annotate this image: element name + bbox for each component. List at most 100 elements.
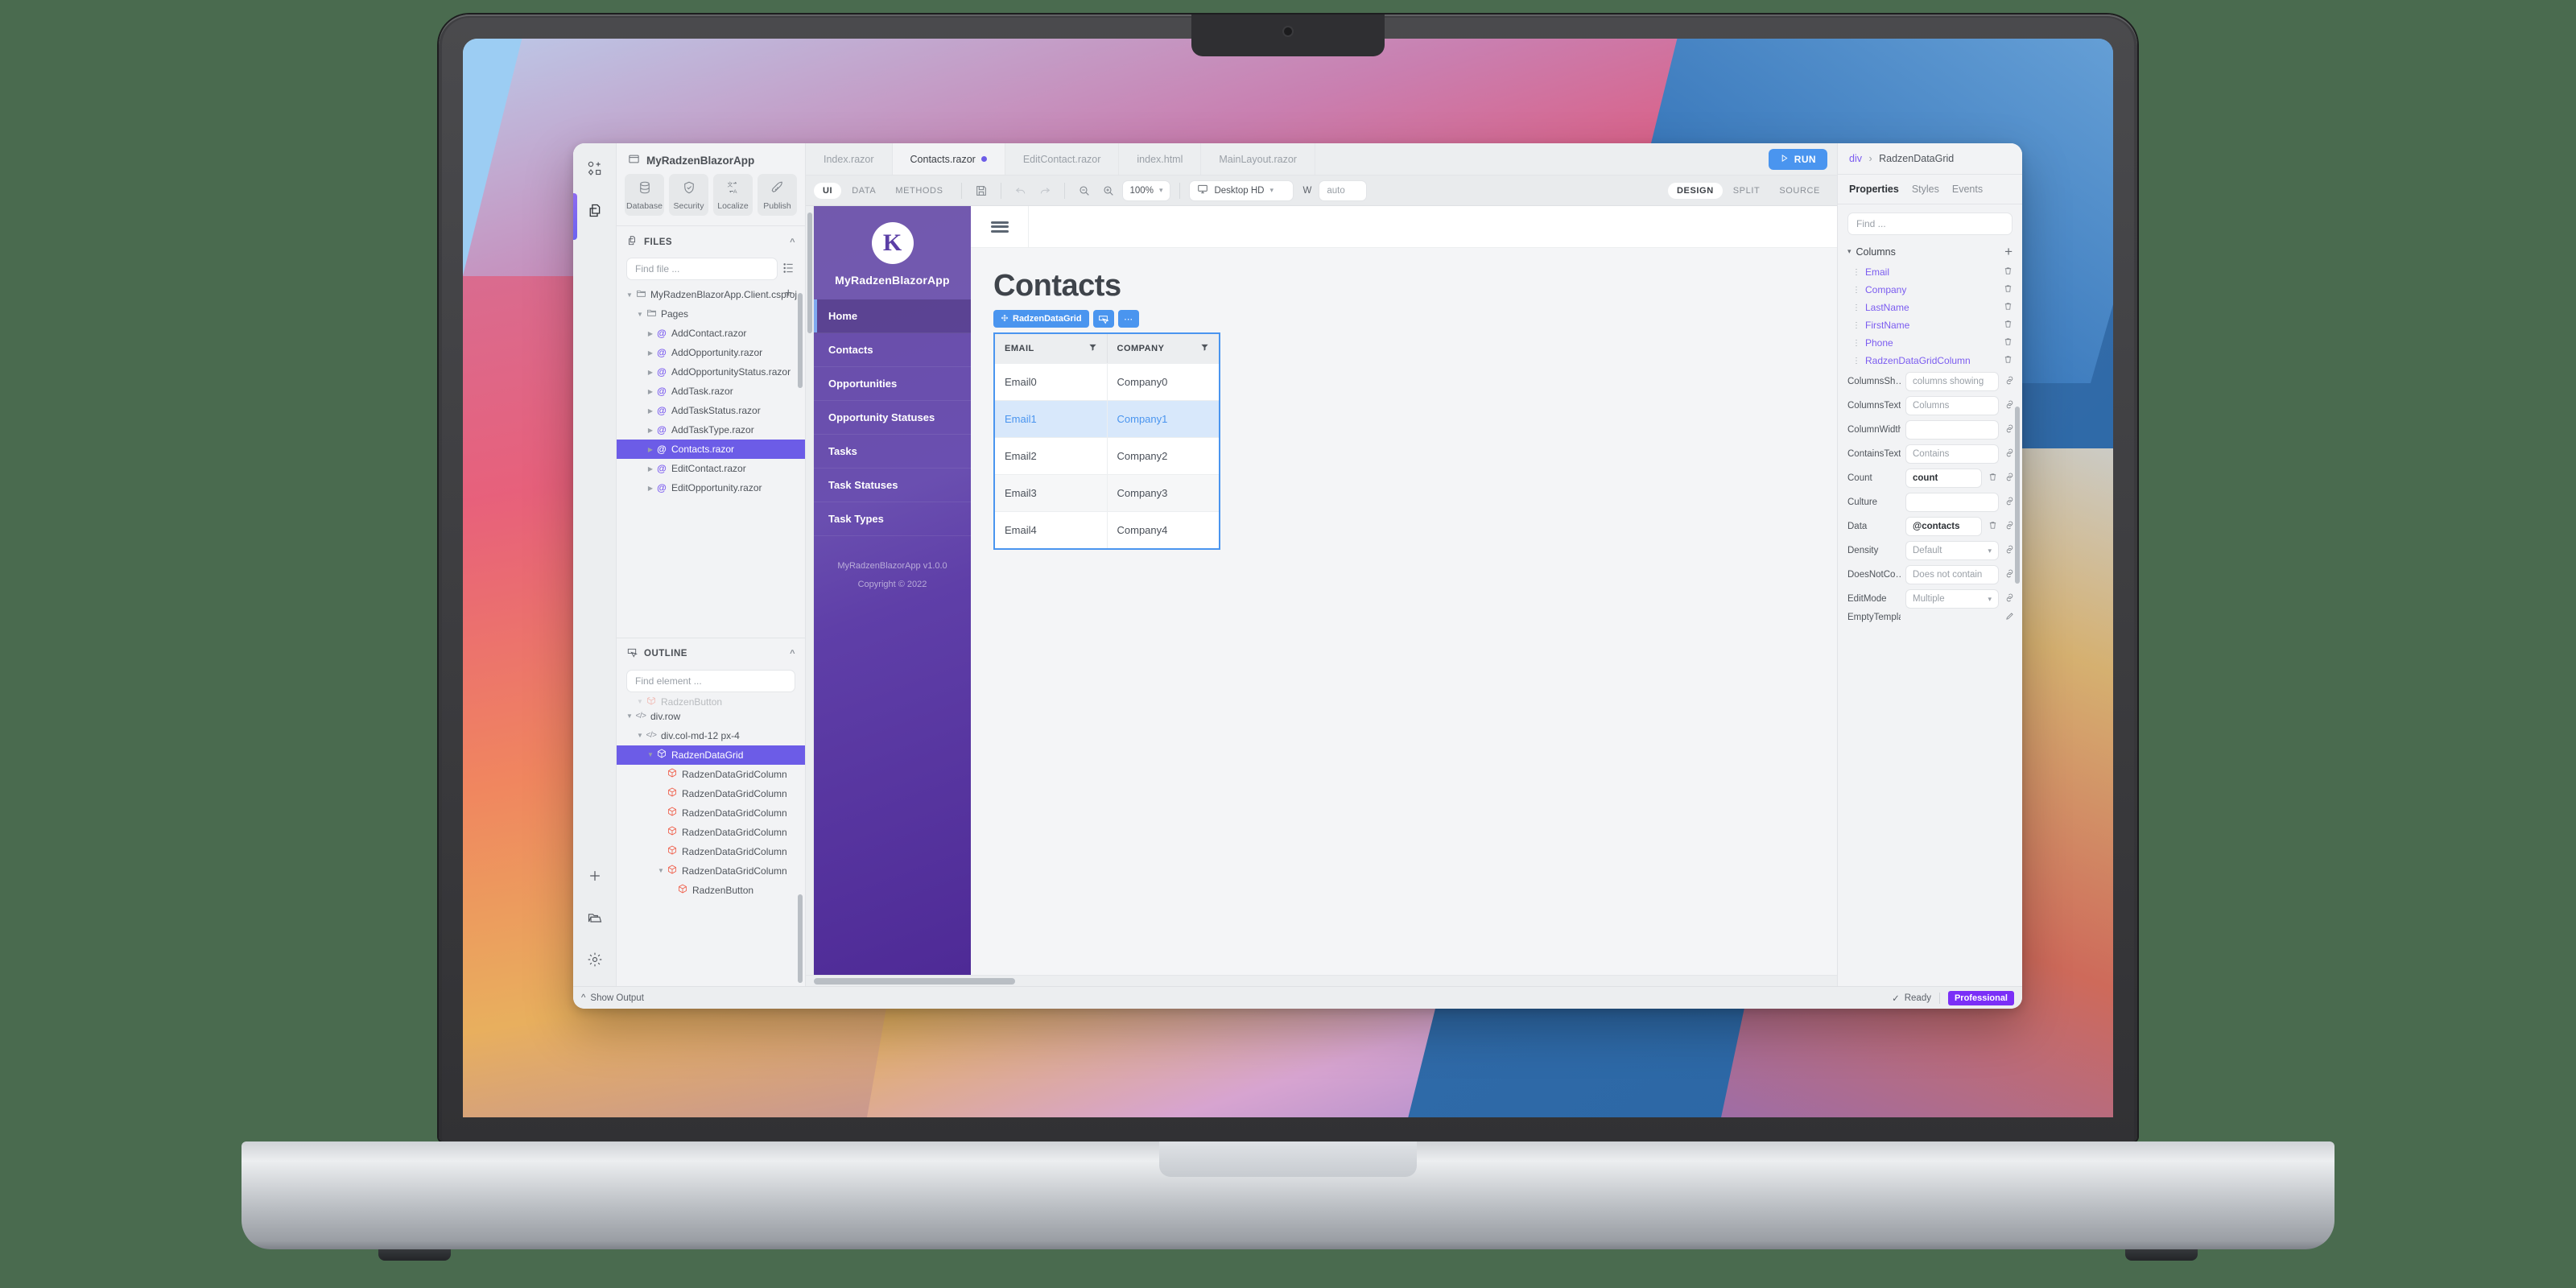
chevron-down-icon[interactable]: ▼ — [625, 712, 634, 720]
column-list-item[interactable]: ⋮ FirstName — [1838, 316, 2022, 334]
bind-property-icon[interactable] — [2004, 472, 2016, 485]
property-input[interactable]: Default ▾ — [1905, 541, 1999, 560]
canvas-horizontal-scrollbar[interactable] — [806, 975, 1837, 986]
outline-tree-node[interactable]: ▼ </> div.col-md-12 px-4 — [617, 726, 805, 745]
file-tree-node[interactable]: ▼ Pages — [617, 304, 805, 324]
component-more-icon[interactable]: ⋯ — [1117, 310, 1139, 328]
chevron-right-icon[interactable]: ▶ — [646, 427, 655, 434]
files-panel-header[interactable]: FILES ^ — [617, 225, 805, 258]
view-source[interactable]: SOURCE — [1770, 183, 1829, 199]
datagrid-row[interactable]: Email3 Company3 — [995, 474, 1219, 511]
tab-styles[interactable]: Styles — [1912, 184, 1939, 195]
outline-tree-node[interactable]: ▼ </> div.row — [617, 707, 805, 726]
redo-icon[interactable] — [1034, 180, 1055, 201]
drag-handle-icon[interactable]: ⋮ — [1852, 357, 1860, 365]
editor-tab[interactable]: MainLayout.razor — [1201, 143, 1315, 175]
files-tree-scrollbar[interactable] — [798, 293, 803, 388]
outline-panel-header[interactable]: OUTLINE ^ — [617, 637, 805, 670]
bind-property-icon[interactable] — [2004, 448, 2016, 460]
add-file-icon[interactable]: + — [785, 287, 792, 301]
zoom-in-icon[interactable] — [1098, 180, 1119, 201]
datagrid-row[interactable]: Email0 Company0 — [995, 363, 1219, 400]
properties-list[interactable]: ▾ Columns + ⋮ Email ⋮ Company ⋮ LastName ⋮ Firs… — [1838, 242, 2022, 986]
file-tree-node[interactable]: ▶ @ Contacts.razor — [617, 440, 805, 459]
bind-property-icon[interactable] — [2004, 592, 2016, 605]
bind-property-icon[interactable] — [2004, 544, 2016, 557]
column-list-item[interactable]: ⋮ Email — [1838, 263, 2022, 281]
file-tree-node[interactable]: ▶ @ AddContact.razor — [617, 324, 805, 343]
file-tree-node[interactable]: ▶ @ AddTask.razor — [617, 382, 805, 401]
zoom-out-icon[interactable] — [1074, 180, 1095, 201]
editor-tab[interactable]: EditContact.razor — [1005, 143, 1120, 175]
folder-open-icon[interactable] — [581, 904, 609, 931]
plus-icon[interactable] — [581, 862, 609, 890]
selected-component-chip[interactable]: RadzenDataGrid — [993, 310, 1089, 328]
zoom-level-select[interactable]: 100% ▾ — [1121, 180, 1171, 201]
chevron-right-icon[interactable]: ▶ — [646, 465, 655, 473]
editor-tab[interactable]: Contacts.razor — [892, 143, 1005, 175]
outline-tree-node[interactable]: RadzenDataGridColumn — [617, 803, 805, 823]
file-tree-node[interactable]: ▶ @ EditOpportunity.razor — [617, 478, 805, 497]
files-tree[interactable]: ▼ MyRadzenBlazorApp.Client.csproj + ▼ Pages ▶… — [617, 285, 805, 638]
chevron-down-icon[interactable]: ▼ — [635, 698, 645, 705]
mode-ui[interactable]: UI — [814, 182, 842, 199]
datagrid-col-header-company[interactable]: COMPANY — [1108, 334, 1220, 363]
show-output-button[interactable]: ^ Show Output — [581, 993, 644, 1003]
outline-tree-node[interactable]: RadzenDataGridColumn — [617, 784, 805, 803]
delete-column-icon[interactable] — [2004, 320, 2013, 331]
pages-icon[interactable] — [581, 196, 609, 224]
tab-events[interactable]: Events — [1952, 184, 1983, 195]
outline-tree-node[interactable]: ▼ RadzenDataGridColumn — [617, 861, 805, 881]
mode-methods[interactable]: METHODS — [886, 183, 952, 199]
file-tree-node[interactable]: ▶ @ AddTaskStatus.razor — [617, 401, 805, 420]
element-search-input[interactable]: Find element ... — [626, 669, 795, 692]
quick-action-localize[interactable]: 文 A Localize — [713, 174, 753, 216]
column-list-item[interactable]: ⋮ RadzenDataGridColumn — [1838, 352, 2022, 369]
chevron-right-icon[interactable]: ▶ — [646, 407, 655, 415]
editor-tab[interactable]: Index.razor — [806, 143, 893, 175]
property-input[interactable]: Multiple ▾ — [1905, 589, 1999, 609]
drag-handle-icon[interactable]: ⋮ — [1852, 268, 1860, 277]
file-tree-node[interactable]: ▶ @ AddOpportunityStatus.razor — [617, 362, 805, 382]
chevron-down-icon[interactable]: ▼ — [635, 732, 645, 739]
gear-icon[interactable] — [581, 946, 609, 973]
device-select[interactable]: Desktop HD ▾ — [1189, 180, 1294, 201]
datagrid-row[interactable]: Email2 Company2 — [995, 437, 1219, 474]
bind-property-icon[interactable] — [2004, 496, 2016, 509]
bind-property-icon[interactable] — [2004, 568, 2016, 581]
clear-property-icon[interactable] — [1987, 473, 1999, 484]
outline-tree-node[interactable]: RadzenDataGridColumn — [617, 765, 805, 784]
preview-nav-opportunities[interactable]: Opportunities — [814, 367, 971, 401]
preview-nav-contacts[interactable]: Contacts — [814, 333, 971, 367]
drag-handle-icon[interactable]: ⋮ — [1852, 321, 1860, 330]
drag-handle-icon[interactable]: ⋮ — [1852, 286, 1860, 295]
file-tree-node[interactable]: ▶ @ AddTaskType.razor — [617, 420, 805, 440]
outline-tree-node[interactable]: RadzenButton — [617, 881, 805, 900]
property-input[interactable] — [1905, 420, 1999, 440]
file-tree-node[interactable]: ▶ @ EditContact.razor — [617, 459, 805, 478]
datagrid-row[interactable]: Email4 Company4 — [995, 511, 1219, 548]
bind-property-icon[interactable] — [2004, 423, 2016, 436]
delete-column-icon[interactable] — [2004, 302, 2013, 313]
property-input[interactable]: Contains — [1905, 444, 1999, 464]
save-icon[interactable] — [971, 180, 992, 201]
edit-template-icon[interactable] — [2004, 612, 2016, 623]
preview-nav-tasks[interactable]: Tasks — [814, 435, 971, 469]
preview-nav-home[interactable]: Home — [814, 299, 971, 333]
file-tree-node[interactable]: ▼ MyRadzenBlazorApp.Client.csproj — [617, 285, 805, 304]
preview-nav-opportunity-statuses[interactable]: Opportunity Statuses — [814, 401, 971, 435]
view-design[interactable]: DESIGN — [1667, 182, 1723, 199]
mode-data[interactable]: DATA — [843, 183, 885, 199]
chevron-right-icon[interactable]: ▶ — [646, 330, 655, 337]
file-tree-node[interactable]: ▶ @ AddOpportunity.razor — [617, 343, 805, 362]
clear-property-icon[interactable] — [1987, 521, 1999, 532]
outline-tree-node[interactable]: ▼ RadzenButton — [617, 696, 805, 707]
run-button[interactable]: RUN — [1768, 148, 1827, 170]
filter-icon[interactable] — [1088, 343, 1097, 354]
undo-icon[interactable] — [1010, 180, 1031, 201]
preview-nav-task-types[interactable]: Task Types — [814, 502, 971, 536]
hamburger-menu-icon[interactable] — [971, 206, 1029, 247]
chevron-up-icon[interactable]: ^ — [790, 649, 795, 658]
property-input[interactable] — [1905, 493, 1999, 512]
chevron-up-icon[interactable]: ^ — [790, 237, 795, 247]
